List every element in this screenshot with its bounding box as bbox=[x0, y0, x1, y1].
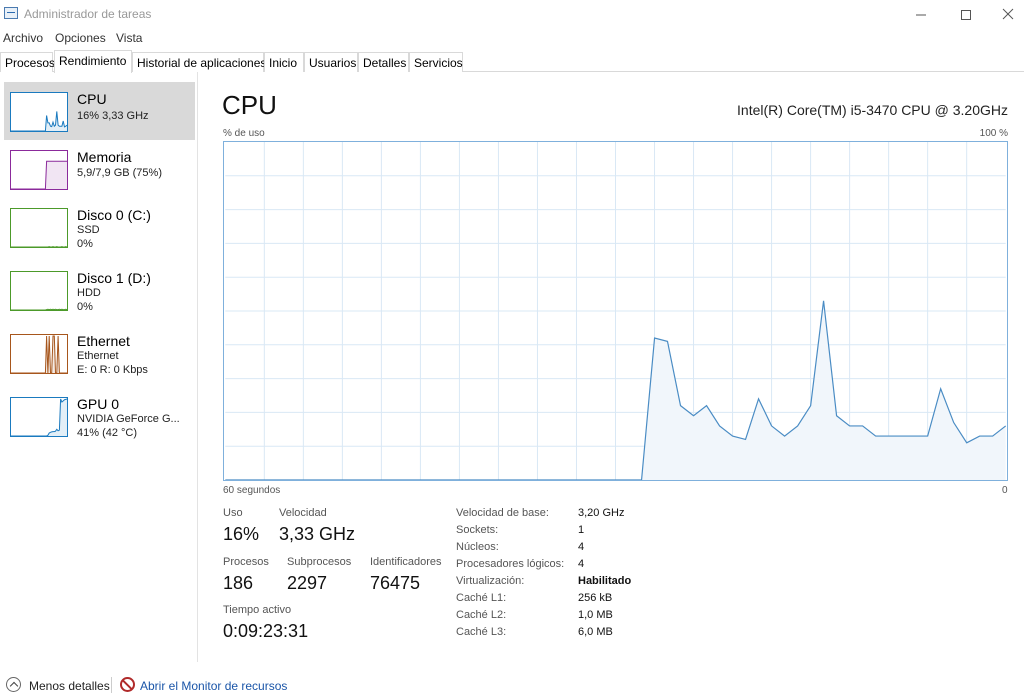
info-key: Virtualización: bbox=[456, 575, 525, 587]
tab-bar: Procesos Rendimiento Historial de aplica… bbox=[0, 50, 1024, 73]
x-axis-label: 60 segundos bbox=[223, 485, 281, 496]
x-axis-min: 0 bbox=[1002, 485, 1008, 496]
subprocesos-label: Subprocesos bbox=[287, 556, 352, 568]
close-button[interactable] bbox=[985, 0, 1024, 28]
sparkline-frame bbox=[10, 271, 68, 311]
maximize-icon bbox=[961, 10, 971, 21]
menu-archivo[interactable]: Archivo bbox=[3, 31, 43, 45]
sidebar-item-title: GPU 0 bbox=[77, 396, 120, 412]
sidebar-item-title: Disco 0 (C:) bbox=[77, 207, 151, 223]
sidebar-item-detail: 0% bbox=[77, 301, 93, 313]
info-key: Procesadores lógicos: bbox=[456, 558, 565, 570]
sidebar-item-detail: SSD bbox=[77, 224, 100, 236]
uso-label: Uso bbox=[223, 507, 243, 519]
minimize-icon bbox=[916, 14, 926, 16]
uso-value: 16% bbox=[223, 524, 260, 544]
menu-bar: Archivo Opciones Vista bbox=[0, 28, 1024, 48]
procesos-label: Procesos bbox=[223, 556, 269, 568]
sidebar-item-title: CPU bbox=[77, 91, 107, 107]
minimize-button[interactable] bbox=[898, 0, 944, 28]
footer: Menos detalles Abrir el Monitor de recur… bbox=[0, 672, 1024, 698]
sidebar-item-detail: NVIDIA GeForce G... bbox=[77, 413, 180, 425]
info-key: Velocidad de base: bbox=[456, 507, 549, 519]
tab-procesos[interactable]: Procesos bbox=[0, 52, 55, 72]
sidebar-item-cpu[interactable]: CPU 16% 3,33 GHz bbox=[4, 82, 195, 140]
tab-detalles[interactable]: Detalles bbox=[358, 52, 409, 72]
cpu-usage-graph bbox=[223, 141, 1008, 481]
tab-servicios[interactable]: Servicios bbox=[409, 52, 463, 72]
menu-opciones[interactable]: Opciones bbox=[55, 31, 106, 45]
cpu-model: Intel(R) Core(TM) i5-3470 CPU @ 3.20GHz bbox=[737, 102, 1008, 118]
menu-vista[interactable]: Vista bbox=[116, 31, 142, 45]
title-bar: Administrador de tareas bbox=[0, 0, 1024, 28]
subprocesos-value: 2297 bbox=[287, 573, 328, 593]
chevron-up-icon[interactable] bbox=[6, 677, 21, 692]
tiempo-activo-label: Tiempo activo bbox=[223, 604, 292, 616]
procesos-value: 186 bbox=[223, 573, 254, 593]
info-value: 1,0 MB bbox=[578, 609, 613, 621]
less-details-button[interactable]: Menos detalles bbox=[29, 679, 110, 693]
task-manager-icon bbox=[4, 7, 18, 19]
sidebar-item-detail: HDD bbox=[77, 287, 101, 299]
sidebar-item-gpu-0[interactable]: GPU 0 NVIDIA GeForce G... 41% (42 °C) bbox=[4, 387, 195, 445]
sidebar-item-ethernet[interactable]: Ethernet Ethernet E: 0 R: 0 Kbps bbox=[4, 324, 195, 382]
info-key: Núcleos: bbox=[456, 541, 499, 553]
y-axis-label: % de uso bbox=[223, 128, 265, 139]
sparkline-frame bbox=[10, 208, 68, 248]
sidebar-item-memoria[interactable]: Memoria 5,9/7,9 GB (75%) bbox=[4, 140, 195, 198]
open-resource-monitor-link[interactable]: Abrir el Monitor de recursos bbox=[140, 679, 287, 693]
memory-sparkline bbox=[10, 150, 68, 190]
tab-historial-aplicaciones[interactable]: Historial de aplicaciones bbox=[132, 52, 266, 72]
velocidad-value: 3,33 GHz bbox=[279, 524, 356, 544]
resource-monitor-icon bbox=[120, 677, 135, 692]
sidebar-item-detail: E: 0 R: 0 Kbps bbox=[77, 364, 148, 376]
cpu-sparkline bbox=[10, 92, 68, 132]
window-title: Administrador de tareas bbox=[24, 7, 152, 21]
identificadores-label: Identificadores bbox=[370, 556, 442, 568]
sidebar-item-title: Ethernet bbox=[77, 333, 130, 349]
info-key: Sockets: bbox=[456, 524, 499, 536]
info-key: Caché L3: bbox=[456, 626, 507, 638]
info-value: 6,0 MB bbox=[578, 626, 613, 638]
disk-1-sparkline bbox=[10, 271, 68, 311]
footer-divider bbox=[111, 677, 112, 693]
info-key: Caché L2: bbox=[456, 609, 507, 621]
gpu-sparkline bbox=[10, 397, 68, 437]
tab-usuarios[interactable]: Usuarios bbox=[304, 52, 358, 72]
disk-0-sparkline bbox=[10, 208, 68, 248]
tiempo-activo-value: 0:09:23:31 bbox=[223, 621, 309, 641]
info-value: 3,20 GHz bbox=[578, 507, 625, 519]
tab-rendimiento[interactable]: Rendimiento bbox=[54, 50, 132, 73]
sidebar-item-detail: 0% bbox=[77, 238, 93, 250]
page-title: CPU bbox=[222, 90, 277, 120]
sidebar-item-detail: 41% (42 °C) bbox=[77, 427, 138, 439]
sidebar-item-detail: Ethernet bbox=[77, 350, 119, 362]
ethernet-sparkline bbox=[10, 334, 68, 374]
sidebar-item-detail: 16% 3,33 GHz bbox=[77, 110, 149, 122]
y-axis-max: 100 % bbox=[979, 128, 1008, 139]
sidebar-item-title: Memoria bbox=[77, 149, 132, 165]
close-icon bbox=[1002, 8, 1014, 20]
info-value: Habilitado bbox=[578, 575, 632, 587]
identificadores-value: 76475 bbox=[370, 573, 421, 593]
info-key: Caché L1: bbox=[456, 592, 507, 604]
tab-inicio[interactable]: Inicio bbox=[264, 52, 304, 72]
sidebar: CPU 16% 3,33 GHz Memoria 5,9/7,9 GB (75%… bbox=[0, 72, 198, 662]
sidebar-item-detail: 5,9/7,9 GB (75%) bbox=[77, 167, 162, 179]
velocidad-label: Velocidad bbox=[279, 507, 327, 519]
info-value: 256 kB bbox=[578, 592, 613, 604]
sidebar-item-disco-0[interactable]: Disco 0 (C:) SSD 0% bbox=[4, 198, 195, 256]
info-value: 4 bbox=[578, 558, 585, 570]
info-value: 4 bbox=[578, 541, 585, 553]
sidebar-item-title: Disco 1 (D:) bbox=[77, 270, 151, 286]
sidebar-item-disco-1[interactable]: Disco 1 (D:) HDD 0% bbox=[4, 261, 195, 319]
maximize-button[interactable] bbox=[943, 0, 989, 28]
info-value: 1 bbox=[578, 524, 585, 536]
